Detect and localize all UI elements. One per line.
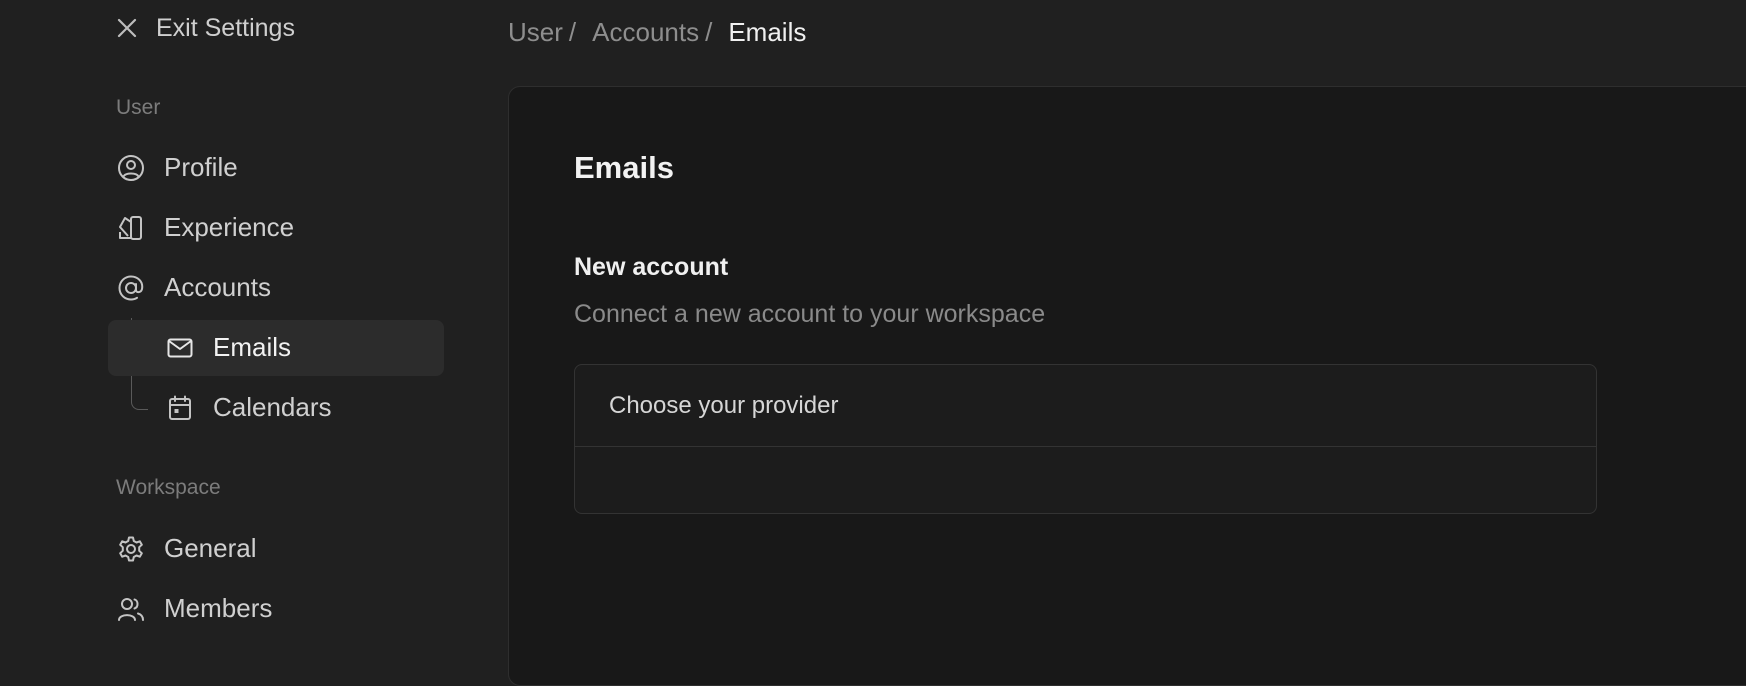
sidebar-item-emails[interactable]: Emails [165,320,291,375]
user-circle-icon [116,153,146,183]
exit-settings-button[interactable]: Exit Settings [116,8,295,48]
breadcrumb-item-accounts[interactable]: Accounts [592,17,699,48]
provider-selector-label: Choose your provider [609,391,839,419]
calendar-icon [165,393,195,423]
close-icon [116,17,138,39]
settings-sidebar: Exit Settings User Profile Experience Ac… [0,0,508,650]
sidebar-item-accounts[interactable]: Accounts [116,260,271,315]
provider-selector: Choose your provider [574,364,1597,514]
at-sign-icon [116,273,146,303]
gear-icon [116,534,146,564]
exit-settings-label: Exit Settings [156,13,295,42]
breadcrumb-separator: / [568,16,577,47]
users-icon [116,594,146,624]
color-swatch-icon [116,213,146,243]
sidebar-item-label: Experience [164,212,295,242]
provider-selector-header[interactable]: Choose your provider [575,365,1596,447]
sidebar-item-label: General [164,533,257,563]
provider-options-area [575,447,1596,513]
section-label-user: User [116,96,161,119]
sidebar-item-calendars[interactable]: Calendars [165,380,332,435]
sidebar-item-profile[interactable]: Profile [116,140,238,195]
sidebar-item-label: Calendars [213,392,332,422]
sidebar-item-members[interactable]: Members [116,581,272,636]
sidebar-item-general[interactable]: General [116,521,257,576]
breadcrumb: User / Accounts / Emails [508,12,806,52]
section-label-workspace: Workspace [116,476,221,499]
sidebar-item-label: Members [164,593,273,623]
mail-icon [165,333,195,363]
breadcrumb-separator: / [705,16,713,47]
sidebar-item-label: Profile [164,152,238,182]
sidebar-item-experience[interactable]: Experience [116,200,294,255]
breadcrumb-item-emails: Emails [728,16,807,47]
page-title: Emails [574,150,674,185]
new-account-title: New account [574,253,729,281]
sidebar-item-label: Accounts [164,272,271,302]
new-account-description: Connect a new account to your workspace [574,300,1046,328]
sidebar-item-label: Emails [213,332,292,362]
breadcrumb-item-user[interactable]: User [508,17,563,48]
